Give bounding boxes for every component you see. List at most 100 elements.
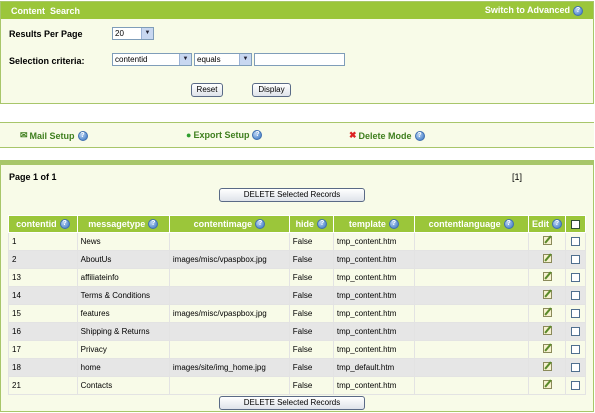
help-icon[interactable]: ? xyxy=(552,219,563,230)
edit-icon[interactable] xyxy=(542,326,552,335)
help-icon[interactable]: ? xyxy=(388,219,399,230)
edit-icon[interactable] xyxy=(542,254,552,263)
select-all-checkbox[interactable] xyxy=(571,220,581,230)
edit-icon[interactable] xyxy=(542,380,552,389)
criteria-field-select[interactable]: contentid ▼ xyxy=(112,53,192,66)
edit-icon[interactable] xyxy=(542,290,552,299)
cell-template: tmp_content.htm xyxy=(332,376,415,395)
tools-bar: ✉ Mail Setup ? ● Export Setup ? ✖ Delete… xyxy=(0,122,594,148)
results-per-page-label: Results Per Page xyxy=(9,29,83,39)
help-icon[interactable]: ? xyxy=(573,5,583,16)
column-header-contentlanguage[interactable]: contentlanguage? xyxy=(413,215,529,233)
row-select-checkbox[interactable] xyxy=(571,345,581,355)
cell-contentimage xyxy=(168,322,290,341)
table-row: 15 features images/misc/vpaspbox.jpg False t… xyxy=(8,304,586,323)
table-row: 21 Contacts False tmp_content.htm xyxy=(8,376,586,395)
cell-select xyxy=(565,340,586,359)
help-icon[interactable]: ? xyxy=(414,130,425,141)
delete-icon: ✖ xyxy=(349,130,357,140)
row-select-checkbox[interactable] xyxy=(571,255,581,265)
delete-mode-link[interactable]: ✖ Delete Mode ? xyxy=(349,130,425,141)
edit-icon[interactable] xyxy=(542,272,552,281)
column-header-hide[interactable]: hide? xyxy=(288,215,334,233)
cell-select xyxy=(565,250,586,269)
cell-template: tmp_content.htm xyxy=(332,232,415,251)
delete-mode-label: Delete Mode xyxy=(358,130,412,141)
help-icon[interactable]: ? xyxy=(503,219,514,230)
cell-hide: False xyxy=(288,268,334,287)
cell-contentid: 2 xyxy=(8,250,78,269)
column-header-label: contentlanguage xyxy=(428,218,501,229)
cell-contentid: 17 xyxy=(8,340,78,359)
cell-contentimage: images/misc/vpaspbox.jpg xyxy=(168,304,290,323)
criteria-operator-value: equals xyxy=(197,55,221,64)
row-select-checkbox[interactable] xyxy=(571,363,581,373)
cell-contentimage xyxy=(168,268,290,287)
cell-select xyxy=(565,376,586,395)
help-icon[interactable]: ? xyxy=(77,130,88,141)
column-header-label: template xyxy=(348,218,386,229)
cell-messagetype: Contacts xyxy=(76,376,170,395)
edit-icon[interactable] xyxy=(542,362,552,371)
cell-hide: False xyxy=(288,250,334,269)
help-icon[interactable]: ? xyxy=(255,219,266,230)
edit-icon[interactable] xyxy=(542,236,552,245)
cell-messagetype: Terms & Conditions xyxy=(76,286,170,305)
mail-setup-label: Mail Setup xyxy=(29,130,75,141)
edit-icon[interactable] xyxy=(542,308,552,317)
row-select-checkbox[interactable] xyxy=(571,309,581,319)
column-header-template[interactable]: template? xyxy=(332,215,415,233)
criteria-operator-select[interactable]: equals ▼ xyxy=(194,53,252,66)
cell-template: tmp_content.htm xyxy=(332,340,415,359)
reset-button[interactable]: Reset xyxy=(191,83,223,97)
selection-criteria-label: Selection criteria: xyxy=(9,56,85,66)
cell-select xyxy=(565,286,586,305)
cell-contentlanguage xyxy=(413,268,529,287)
cell-edit xyxy=(527,268,567,287)
row-select-checkbox[interactable] xyxy=(571,273,581,283)
cell-contentlanguage xyxy=(413,250,529,269)
column-header-label: Edit xyxy=(532,218,550,229)
row-select-checkbox[interactable] xyxy=(571,291,581,301)
cell-contentimage xyxy=(168,376,290,395)
column-header-contentid[interactable]: contentid? xyxy=(8,215,78,233)
criteria-text-input[interactable] xyxy=(254,53,345,66)
export-setup-link[interactable]: ● Export Setup ? xyxy=(186,130,263,140)
display-button[interactable]: Display xyxy=(252,83,291,97)
delete-selected-button-bottom[interactable]: DELETE Selected Records xyxy=(219,396,365,410)
row-select-checkbox[interactable] xyxy=(571,381,581,391)
chevron-down-icon: ▼ xyxy=(179,54,191,65)
help-icon[interactable]: ? xyxy=(317,219,328,230)
cell-edit xyxy=(527,376,567,395)
page-1-link[interactable]: [1] xyxy=(512,172,522,182)
cell-contentimage xyxy=(168,286,290,305)
cell-template: tmp_default.htm xyxy=(332,358,415,377)
help-icon[interactable]: ? xyxy=(59,219,70,230)
row-select-checkbox[interactable] xyxy=(571,327,581,337)
results-per-page-select[interactable]: 20 ▼ xyxy=(112,27,154,40)
column-header-contentimage[interactable]: contentimage? xyxy=(168,215,290,233)
cell-select xyxy=(565,322,586,341)
cell-contentlanguage xyxy=(413,322,529,341)
cell-contentid: 18 xyxy=(8,358,78,377)
cell-edit xyxy=(527,286,567,305)
delete-selected-button-top[interactable]: DELETE Selected Records xyxy=(219,188,365,202)
cell-messagetype: affiliateinfo xyxy=(76,268,170,287)
page-info: Page 1 of 1 xyxy=(9,172,57,182)
mail-setup-link[interactable]: ✉ Mail Setup ? xyxy=(20,130,88,141)
column-header-messagetype[interactable]: messagetype? xyxy=(76,215,170,233)
search-panel-title: Content Search xyxy=(11,5,81,16)
row-select-checkbox[interactable] xyxy=(571,237,581,247)
help-icon[interactable]: ? xyxy=(148,219,159,230)
edit-icon[interactable] xyxy=(542,344,552,353)
switch-to-advanced-link[interactable]: Switch to Advanced? xyxy=(485,5,583,16)
table-row: 2 AboutUs images/misc/vpaspbox.jpg False tmp… xyxy=(8,250,586,269)
cell-contentimage: images/site/img_home.jpg xyxy=(168,358,290,377)
column-header-edit[interactable]: Edit? xyxy=(527,215,567,233)
cell-messagetype: home xyxy=(76,358,170,377)
help-icon[interactable]: ? xyxy=(252,130,263,140)
records-table: contentid? messagetype? contentimage? hi… xyxy=(8,215,586,395)
records-table-body: 1 News False tmp_content.htm 2 AboutUs images/… xyxy=(8,232,586,395)
cell-contentid: 13 xyxy=(8,268,78,287)
cell-contentlanguage xyxy=(413,304,529,323)
